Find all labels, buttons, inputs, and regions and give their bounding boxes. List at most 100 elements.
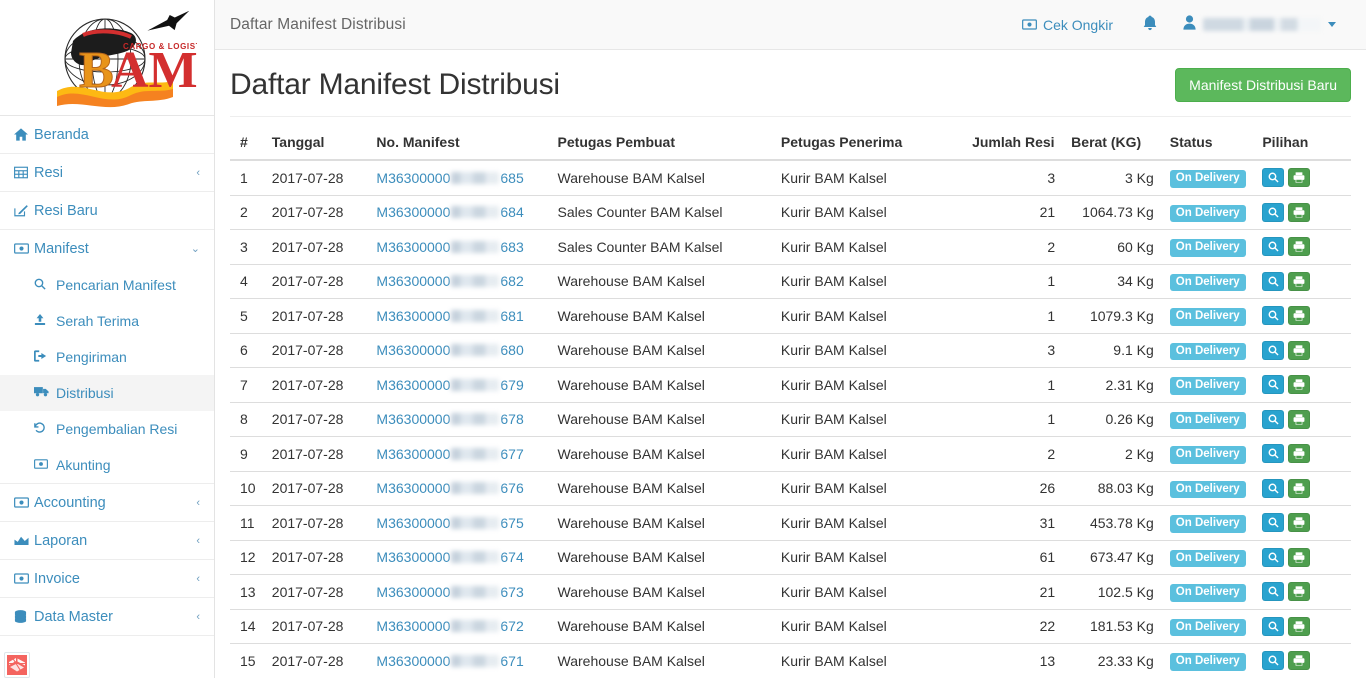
- col-header-tanggal[interactable]: Tanggal: [263, 126, 369, 161]
- col-header-manifest[interactable]: No. Manifest: [368, 126, 550, 161]
- view-manifest-button[interactable]: [1262, 582, 1285, 602]
- sidebar-item-pengembalian-resi[interactable]: Pengembalian Resi: [0, 411, 214, 447]
- view-manifest-button[interactable]: [1262, 375, 1285, 395]
- sidebar-item-beranda[interactable]: Beranda: [0, 116, 214, 154]
- user-menu[interactable]: [1173, 0, 1352, 50]
- manifest-number-link[interactable]: M36300000 681: [376, 308, 523, 324]
- col-header-jumlah[interactable]: Jumlah Resi: [964, 126, 1064, 161]
- sidebar-item-laporan[interactable]: Laporan ‹: [0, 522, 214, 560]
- cell-petugas-penerima: Kurir BAM Kalsel: [772, 298, 965, 333]
- sidebar-item-invoice[interactable]: Invoice ‹: [0, 560, 214, 598]
- manifest-number-link[interactable]: M36300000 679: [376, 377, 523, 393]
- cell-status: On Delivery: [1161, 401, 1255, 437]
- sidebar-item-resi[interactable]: Resi ‹: [0, 154, 214, 192]
- print-manifest-button[interactable]: [1288, 306, 1311, 326]
- view-manifest-button[interactable]: [1262, 202, 1285, 222]
- manifest-number-link[interactable]: M36300000 676: [376, 480, 523, 496]
- manifest-number-link[interactable]: M36300000 684: [376, 204, 523, 220]
- table-row: 14 2017-07-28 M36300000 672 Warehouse BAM Ka…: [230, 608, 1351, 644]
- sidebar-item-pencarian-manifest[interactable]: Pencarian Manifest: [0, 267, 214, 303]
- sidebar-item-pengiriman[interactable]: Pengiriman: [0, 339, 214, 375]
- sidebar-item-manifest[interactable]: Manifest ⌄ Pencarian Manifest Serah Teri…: [0, 230, 214, 484]
- cell-petugas-pembuat: Warehouse BAM Kalsel: [549, 505, 773, 540]
- view-manifest-button[interactable]: [1262, 616, 1285, 636]
- view-manifest-button[interactable]: [1262, 237, 1285, 257]
- cell-manifest: M36300000 682: [368, 263, 550, 299]
- view-manifest-button[interactable]: [1262, 651, 1285, 671]
- cell-tanggal: 2017-07-28: [263, 574, 369, 609]
- print-manifest-button[interactable]: [1288, 168, 1311, 188]
- sidebar-item-akunting[interactable]: Akunting: [0, 447, 214, 483]
- print-manifest-button[interactable]: [1288, 616, 1311, 636]
- manifest-number-link[interactable]: M36300000 682: [376, 273, 523, 289]
- view-manifest-button[interactable]: [1262, 271, 1285, 291]
- manifest-suffix: 676: [500, 480, 524, 497]
- view-manifest-button[interactable]: [1262, 513, 1285, 533]
- view-manifest-button[interactable]: [1262, 409, 1285, 429]
- status-badge: On Delivery: [1169, 308, 1246, 326]
- sidebar-item-data-master[interactable]: Data Master ‹: [0, 598, 214, 636]
- col-header-status[interactable]: Status: [1161, 126, 1255, 161]
- print-manifest-button[interactable]: [1288, 409, 1311, 429]
- print-manifest-button[interactable]: [1288, 513, 1311, 533]
- view-manifest-button[interactable]: [1262, 444, 1285, 464]
- col-header-pembuat[interactable]: Petugas Pembuat: [549, 126, 773, 161]
- cell-no: 9: [230, 436, 264, 471]
- manifest-number-link[interactable]: M36300000 673: [376, 584, 523, 600]
- manifest-number-link[interactable]: M36300000 672: [376, 618, 523, 634]
- sidebar-item-accounting[interactable]: Accounting ‹: [0, 484, 214, 522]
- brand-logo[interactable]: B AM CARGO & LOGISTIC: [0, 0, 214, 116]
- col-header-pilihan[interactable]: Pilihan: [1254, 126, 1351, 161]
- manifest-number-link[interactable]: M36300000 674: [376, 549, 523, 565]
- new-manifest-button[interactable]: Manifest Distribusi Baru: [1175, 68, 1351, 102]
- status-badge: On Delivery: [1169, 618, 1246, 636]
- view-manifest-button[interactable]: [1262, 547, 1285, 567]
- cell-petugas-penerima: Kurir BAM Kalsel: [772, 470, 965, 506]
- print-manifest-button[interactable]: [1288, 237, 1311, 257]
- print-manifest-button[interactable]: [1288, 651, 1311, 671]
- cell-no: 5: [230, 298, 264, 333]
- print-manifest-button[interactable]: [1288, 271, 1311, 291]
- sidebar-item-distribusi[interactable]: Distribusi: [0, 375, 214, 411]
- view-manifest-button[interactable]: [1262, 306, 1285, 326]
- cell-berat: 34 Kg: [1063, 263, 1162, 299]
- manifest-number-link[interactable]: M36300000 671: [376, 653, 523, 669]
- chevron-left-icon: ‹: [196, 572, 200, 585]
- table-row: 8 2017-07-28 M36300000 678 Warehouse BAM Kal…: [230, 401, 1351, 437]
- sidebar-item-resi-baru[interactable]: Resi Baru: [0, 192, 214, 230]
- col-header-no[interactable]: #: [230, 126, 264, 161]
- print-manifest-button[interactable]: [1288, 444, 1311, 464]
- cell-pilihan: [1254, 263, 1351, 299]
- manifest-number-link[interactable]: M36300000 678: [376, 411, 523, 427]
- manifest-prefix: M36300000: [376, 549, 451, 566]
- manifest-number-link[interactable]: M36300000 683: [376, 239, 523, 255]
- print-manifest-button[interactable]: [1288, 582, 1311, 602]
- notifications-button[interactable]: [1127, 0, 1173, 50]
- cell-jumlah-resi: 3: [964, 159, 1064, 195]
- col-header-berat[interactable]: Berat (KG): [1063, 126, 1162, 161]
- cell-manifest: M36300000 671: [368, 643, 550, 678]
- print-manifest-button[interactable]: [1288, 340, 1311, 360]
- app-tray-icon[interactable]: [4, 652, 30, 678]
- table-head: # Tanggal No. Manifest Petugas Pembuat P…: [230, 126, 1351, 161]
- print-manifest-button[interactable]: [1288, 478, 1311, 498]
- manifest-number-link[interactable]: M36300000 675: [376, 515, 523, 531]
- manifest-number-link[interactable]: M36300000 685: [376, 170, 523, 186]
- print-manifest-button[interactable]: [1288, 547, 1311, 567]
- sidebar-label: Resi Baru: [34, 202, 98, 219]
- cell-berat: 1064.73 Kg: [1063, 194, 1162, 230]
- cell-manifest: M36300000 678: [368, 401, 550, 437]
- money-icon: [34, 458, 56, 472]
- manifest-number-link[interactable]: M36300000 680: [376, 342, 523, 358]
- cell-jumlah-resi: 1: [964, 263, 1064, 299]
- view-manifest-button[interactable]: [1262, 168, 1285, 188]
- view-manifest-button[interactable]: [1262, 340, 1285, 360]
- print-manifest-button[interactable]: [1288, 202, 1311, 222]
- view-manifest-button[interactable]: [1262, 478, 1285, 498]
- cek-ongkir-button[interactable]: Cek Ongkir: [1008, 0, 1127, 50]
- table-body: 1 2017-07-28 M36300000 685 Warehouse BAM Kal…: [230, 159, 1351, 678]
- sidebar-item-serah-terima[interactable]: Serah Terima: [0, 303, 214, 339]
- print-manifest-button[interactable]: [1288, 375, 1311, 395]
- manifest-number-link[interactable]: M36300000 677: [376, 446, 523, 462]
- col-header-penerima[interactable]: Petugas Penerima: [772, 126, 965, 161]
